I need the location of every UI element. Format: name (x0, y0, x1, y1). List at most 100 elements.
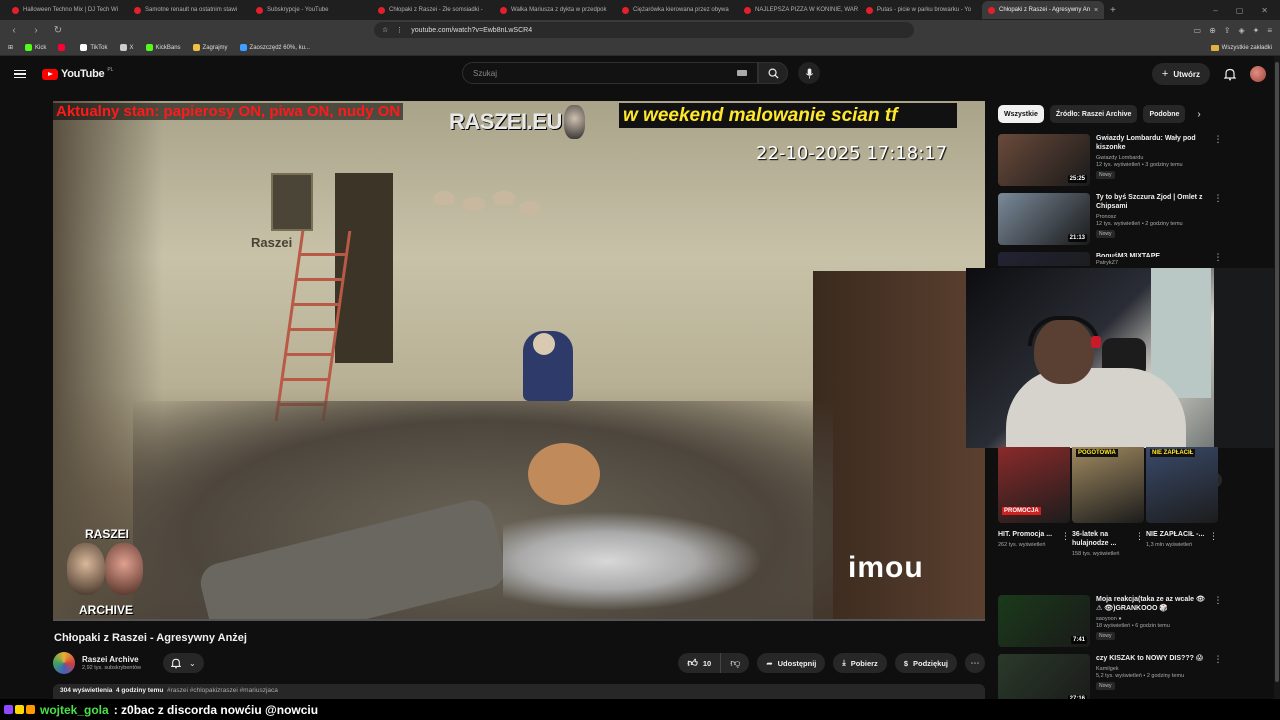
video-thumbnail[interactable]: 25:25 (998, 134, 1090, 186)
search-button[interactable] (758, 62, 788, 84)
download-button[interactable]: ⤓ Pobierz (833, 653, 887, 673)
voice-search-button[interactable] (798, 62, 820, 84)
short-item[interactable]: POGOTOWIA 36-latek na hulajnodze ... 158 t… (1072, 447, 1144, 558)
guide-menu-icon[interactable] (14, 69, 26, 79)
keyboard-icon[interactable] (737, 70, 747, 76)
browser-tab[interactable]: Putas - picie w parku browarku - Yo (860, 1, 982, 19)
filter-chip[interactable]: Wszystkie (998, 105, 1044, 123)
recommended-video[interactable]: 7:41 Moja reakcja(taka ze az wcale 👁 ⚠ 👁)… (998, 595, 1223, 649)
video-thumbnail[interactable]: 7:41 (998, 595, 1090, 647)
youtube-logo[interactable]: YouTube PL (42, 67, 113, 80)
filter-chip[interactable]: Źródło: Raszei Archive (1049, 105, 1138, 123)
dislike-button[interactable]: 👎︎ (721, 653, 749, 673)
account-avatar[interactable] (1250, 66, 1266, 82)
recommended-video[interactable]: 25:25 Gwiazdy Lombardu: Wały pod kiszonke… (998, 134, 1223, 188)
short-title[interactable]: NIE ZAPŁACIŁ -... (1146, 530, 1206, 539)
more-vertical-icon[interactable]: ⋮ (1213, 595, 1223, 649)
more-vertical-icon[interactable]: ⋮ (1213, 193, 1223, 247)
recommended-channel[interactable]: Gwiazdy Lombardu (1096, 155, 1206, 161)
more-actions-button[interactable]: ⋯ (965, 653, 985, 673)
thanks-button[interactable]: $ Podziękuj (894, 653, 957, 673)
browser-tab[interactable]: Ciężarówka kierowana przez obywa (616, 1, 738, 19)
reload-icon[interactable]: ↻ (52, 25, 64, 36)
recommended-video[interactable]: BoguśM3 MIXTAPE PatrykZ7 ⋮ (998, 252, 1223, 266)
recommended-channel[interactable]: Pronosz (1096, 214, 1206, 220)
recommended-channel[interactable]: PatrykZ7 (1096, 260, 1206, 266)
chevron-right-icon[interactable]: › (1197, 109, 1200, 120)
shield-icon[interactable]: ◈ (1238, 26, 1244, 35)
video-description[interactable]: 304 wyświetlenia 4 godziny temu #raszei … (53, 684, 985, 700)
overlay-status-text: Aktualny stan: papierosy ON, piwa ON, nu… (53, 103, 404, 120)
address-bar[interactable]: ☆ ⋮ youtube.com/watch?v=Ewb8nLwSCR4 (374, 22, 914, 38)
channel-name[interactable]: Raszei Archive (82, 655, 141, 664)
short-thumbnail[interactable]: PROMOCJA (998, 447, 1070, 523)
minimize-icon[interactable]: – (1213, 6, 1217, 15)
more-vertical-icon[interactable]: ⋮ (1213, 252, 1223, 266)
url-text[interactable]: youtube.com/watch?v=Ewb8nLwSCR4 (411, 27, 532, 34)
all-bookmarks-label: Wszystkie zakładki (1221, 44, 1272, 51)
back-icon[interactable]: ‹ (8, 25, 20, 36)
cast-icon[interactable]: ▭ (1194, 26, 1202, 35)
recommended-channel[interactable]: saoyoon ● (1096, 616, 1206, 622)
page-scrollbar[interactable] (1274, 56, 1280, 699)
browser-tab[interactable]: Walka Mariusza z dykta w przedpok (494, 1, 616, 19)
more-vertical-icon[interactable]: ⋮ (1209, 531, 1218, 542)
search-input[interactable]: Szukaj (462, 62, 758, 84)
bookmark-item[interactable]: TikTok (80, 44, 108, 51)
browser-tab[interactable]: Subskrypcje - YouTube (250, 1, 372, 19)
maximize-icon[interactable]: ▢ (1236, 6, 1244, 15)
scrollbar-thumb[interactable] (1275, 62, 1279, 682)
recommended-video-title[interactable]: BoguśM3 MIXTAPE (1096, 252, 1206, 257)
recommended-video[interactable]: 21:13 Ty to byś Szczura Zjod | Omlet z Ch… (998, 193, 1223, 247)
menu-icon[interactable]: ≡ (1267, 26, 1272, 35)
more-vertical-icon[interactable]: ⋮ (1061, 531, 1070, 542)
new-tab-icon[interactable]: + (1110, 5, 1116, 16)
video-player[interactable]: Raszei Aktualny stan: papierosy ON, piwa… (53, 101, 985, 621)
like-button[interactable]: 👍︎ 10 (678, 653, 722, 673)
browser-tab[interactable]: Samotne renault na ostatnim stawi (128, 1, 250, 19)
notifications-bell-icon[interactable] (1224, 68, 1236, 81)
browser-tab[interactable]: NAJLEPSZA PIZZA W KONINIE, WAR (738, 1, 860, 19)
browser-tab[interactable]: Chłopaki z Raszei - Agresywny An × (982, 1, 1104, 19)
extensions-icon[interactable]: ✦ (1253, 26, 1260, 35)
short-thumbnail[interactable]: NIE ZAPŁACIŁ (1146, 447, 1218, 523)
short-thumbnail[interactable]: POGOTOWIA (1072, 447, 1144, 523)
create-button[interactable]: + Utwórz (1151, 63, 1210, 85)
share-icon[interactable]: ⇪ (1224, 26, 1231, 35)
bookmark-item[interactable]: KickBans (145, 44, 181, 51)
recommended-video-title[interactable]: Moja reakcja(taka ze az wcale 👁 ⚠ 👁)GRAN… (1096, 595, 1206, 613)
short-title[interactable]: 36-latek na hulajnodze ... (1072, 530, 1132, 548)
bookmark-item[interactable]: Zagrajmy (192, 44, 228, 51)
close-tab-icon[interactable]: × (1094, 7, 1098, 14)
site-info-icon[interactable]: ⋮ (396, 26, 403, 34)
short-item[interactable]: NIE ZAPŁACIŁ NIE ZAPŁACIŁ -... 1,3 mln wyś… (1146, 447, 1218, 549)
recommended-video-title[interactable]: Gwiazdy Lombardu: Wały pod kiszonke (1096, 134, 1206, 152)
short-title[interactable]: HIT. Promocja ... (998, 530, 1058, 539)
channel-avatar[interactable] (53, 652, 75, 674)
all-bookmarks-button[interactable]: Wszystkie zakładki (1210, 44, 1272, 51)
short-item[interactable]: PROMOCJA HIT. Promocja ... 262 tys. wyświe… (998, 447, 1070, 549)
video-thumbnail[interactable]: 21:13 (998, 193, 1090, 245)
recommended-channel[interactable]: Kamilgek (1096, 666, 1206, 672)
more-vertical-icon[interactable]: ⋮ (1213, 134, 1223, 188)
browser-tab[interactable]: Halloween Techno Mix | DJ Tech Wi (6, 1, 128, 19)
subscription-bell-button[interactable]: ⌄ (163, 653, 204, 673)
share-button[interactable]: ➦ Udostępnij (757, 653, 826, 673)
bookmark-star-icon[interactable]: ☆ (382, 26, 388, 34)
zoom-icon[interactable]: ⊕ (1209, 26, 1216, 35)
recommended-video-title[interactable]: Ty to byś Szczura Zjod | Omlet z Chipsam… (1096, 193, 1206, 211)
recommended-video-title[interactable]: czy KISZAK to NOWY DIS??? 😱 (1096, 654, 1206, 663)
browser-tab[interactable]: Chłopaki z Raszei - Złe somsiadki - (372, 1, 494, 19)
filter-chip[interactable]: Podobne (1143, 105, 1186, 123)
forward-icon[interactable]: › (30, 25, 42, 36)
bookmark-item[interactable]: X (119, 44, 134, 51)
video-thumbnail[interactable] (998, 252, 1090, 266)
close-window-icon[interactable]: ✕ (1261, 6, 1268, 15)
bookmark-item[interactable] (58, 44, 68, 51)
bookmark-item[interactable]: Zaoszczędź 60%, ku... (239, 44, 310, 51)
hashtags[interactable]: #raszei #chlopakizraszei #mariuszjaca (167, 687, 278, 694)
more-vertical-icon[interactable]: ⋮ (1135, 531, 1144, 542)
bookmark-item[interactable]: Kick (25, 44, 46, 51)
apps-grid-icon[interactable]: ⊞ (8, 44, 13, 51)
video-progress-bar[interactable] (53, 619, 985, 621)
